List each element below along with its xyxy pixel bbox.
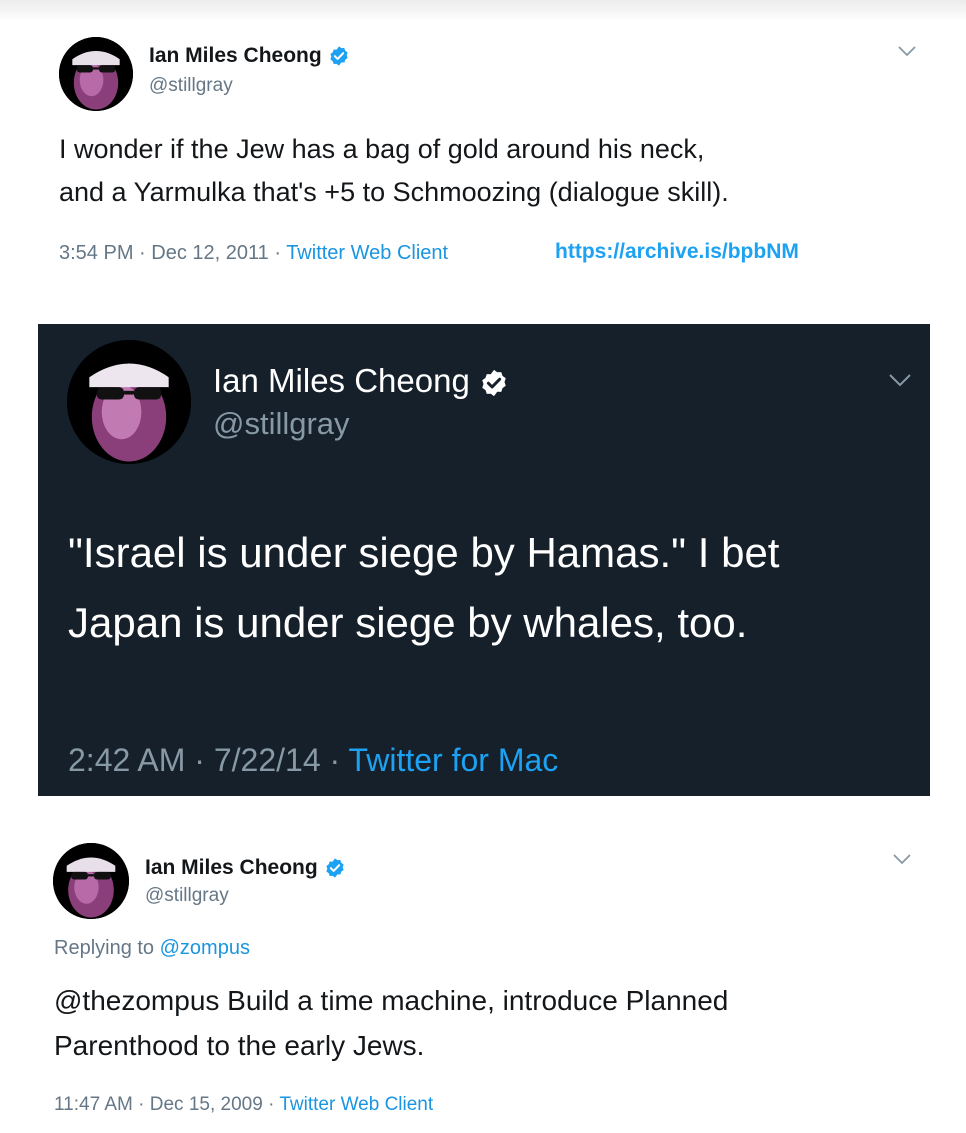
tweet-source-link[interactable]: Twitter Web Client: [279, 1094, 433, 1115]
chevron-down-icon[interactable]: [891, 852, 913, 866]
author-name-text: Ian Miles Cheong: [149, 44, 322, 67]
chevron-down-icon[interactable]: [887, 372, 913, 388]
author-name-text: Ian Miles Cheong: [213, 362, 470, 399]
author-name[interactable]: Ian Miles Cheong: [149, 44, 350, 68]
avatar[interactable]: [53, 843, 129, 919]
author-name[interactable]: Ian Miles Cheong: [145, 856, 346, 880]
verified-badge-icon: [482, 370, 506, 397]
tweet-date[interactable]: Dec 12, 2011: [151, 242, 269, 264]
meta-separator: ·: [320, 742, 349, 778]
tweet-date[interactable]: 7/22/14: [214, 742, 321, 778]
avatar[interactable]: [67, 340, 191, 464]
meta-separator: ·: [133, 242, 152, 264]
tweet-text-line: I wonder if the Jew has a bag of gold ar…: [59, 134, 705, 164]
tweet-meta: 3:54 PM · Dec 12, 2011 · Twitter Web Cli…: [59, 242, 448, 265]
tweet-time[interactable]: 3:54 PM: [59, 242, 133, 264]
tweet-text-line: Japan is under siege by whales, too.: [68, 599, 748, 646]
avatar-image: [59, 37, 133, 111]
tweet-source-link[interactable]: Twitter Web Client: [286, 242, 448, 264]
meta-separator: ·: [262, 1094, 280, 1115]
tweet-source-link[interactable]: Twitter for Mac: [348, 742, 558, 778]
meta-separator: ·: [185, 742, 214, 778]
author-handle[interactable]: @stillgray: [213, 406, 350, 442]
tweet-date[interactable]: Dec 15, 2009: [150, 1094, 263, 1115]
verified-badge-icon: [325, 858, 344, 879]
author-handle[interactable]: @stillgray: [145, 885, 229, 907]
avatar[interactable]: [59, 37, 133, 111]
tweet-text-line: Parenthood to the early Jews.: [54, 1030, 425, 1061]
archive-link[interactable]: https://archive.is/bpbNM: [555, 240, 799, 264]
author-handle[interactable]: @stillgray: [149, 75, 233, 97]
meta-separator: ·: [268, 242, 287, 264]
tweet-time[interactable]: 11:47 AM: [54, 1094, 133, 1115]
author-name[interactable]: Ian Miles Cheong: [213, 362, 509, 400]
meta-separator: ·: [132, 1094, 150, 1115]
replying-to: Replying to @zompus: [54, 937, 250, 960]
tweet-time[interactable]: 2:42 AM: [68, 742, 185, 778]
replying-to-link[interactable]: @zompus: [160, 937, 250, 959]
chevron-down-icon[interactable]: [896, 44, 918, 58]
author-name-text: Ian Miles Cheong: [145, 856, 318, 879]
tweet-card-dark[interactable]: Ian Miles Cheong @stillgray "Israel is u…: [38, 324, 930, 796]
verified-badge-icon: [329, 46, 348, 67]
avatar-image: [53, 843, 129, 919]
avatar-image: [67, 340, 191, 464]
tweet-text-line: "Israel is under siege by Hamas." I bet: [68, 529, 780, 576]
tweet-meta: 2:42 AM · 7/22/14 · Twitter for Mac: [68, 742, 558, 779]
replying-prefix: Replying to: [54, 937, 160, 959]
tweet-text-line: and a Yarmulka that's +5 to Schmoozing (…: [59, 177, 729, 207]
top-shadow: [0, 0, 966, 22]
tweet-text-line: @thezompus Build a time machine, introdu…: [54, 985, 729, 1016]
tweet-meta: 11:47 AM · Dec 15, 2009 · Twitter Web Cl…: [54, 1094, 433, 1116]
